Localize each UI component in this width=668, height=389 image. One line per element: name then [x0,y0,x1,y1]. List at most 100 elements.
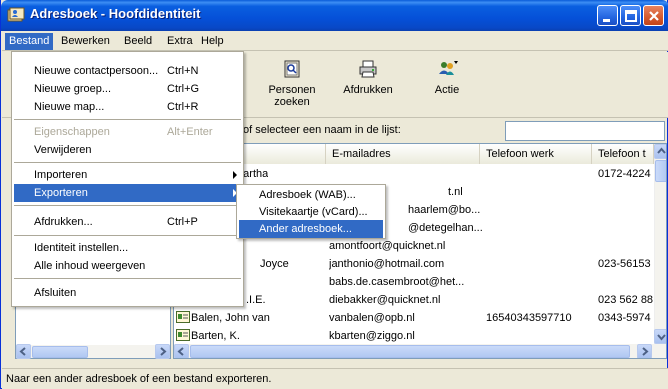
menu-item-label: Importeren [34,169,88,181]
folders-scroll-right-button[interactable] [155,344,170,359]
menu-bewerken[interactable]: Bewerken [57,33,114,50]
contacts-list[interactable]: E-mailadres Telefoon werk Telefoon t Mar… [173,143,667,359]
list-scroll-left-button[interactable] [174,344,189,358]
hscroll-thumb[interactable] [190,345,630,358]
menu-item-print[interactable]: Afdrukken... Ctrl+P [14,213,241,231]
contact-name: .I.E. [246,294,266,306]
arrow-left-icon [19,347,26,356]
maximize-button[interactable] [620,5,641,26]
maximize-icon [625,10,637,22]
menu-item-delete[interactable]: Verwijderen [14,141,241,159]
list-scroll-right-button[interactable] [637,344,652,358]
people-action-icon [439,61,458,75]
table-row[interactable]: .I.E. diebakker@quicknet.nl 023 562 88 [174,292,654,308]
contact-card-icon [176,311,190,323]
address-book-icon [7,7,25,22]
scroll-up-button[interactable] [654,144,666,159]
menu-item-import[interactable]: Importeren [14,166,241,184]
column-header-work-phone[interactable]: Telefoon werk [480,144,592,164]
contact-card-icon [176,329,190,341]
contacts-vscroll[interactable] [654,144,666,344]
contact-name: Balen, John van [191,312,270,324]
folders-hscroll[interactable] [15,344,171,359]
print-button[interactable]: Afdrukken [338,58,398,96]
menu-item-new-folder[interactable]: Nieuwe map... Ctrl+R [14,98,241,116]
menu-separator [14,235,241,236]
table-row[interactable]: Martha 0172-4224 [174,166,654,182]
contact-email: amontfoort@quicknet.nl [329,240,446,252]
arrow-down-icon [657,334,666,341]
printer-icon [359,60,377,78]
window-title: Adresboek - Hoofdidentiteit [30,6,201,21]
find-people-label-1: Personen [268,84,316,96]
scroll-down-button[interactable] [654,329,666,344]
menu-item-label: Exporteren [34,187,88,199]
menu-item-exit[interactable]: Afsluiten [14,284,241,302]
menu-separator [14,278,241,279]
find-people-button[interactable]: Personen zoeken [262,58,322,108]
menu-separator [14,162,241,163]
menu-item-label: Verwijderen [34,144,92,156]
contact-home-phone: 023 562 88 [598,294,654,306]
search-input[interactable] [505,121,665,141]
table-row[interactable]: babs.de.casembroot@het... [174,274,654,290]
close-button[interactable] [643,5,664,26]
contact-email: vanbalen@opb.nl [329,312,415,324]
submenu-item-label: Adresboek (WAB)... [259,189,356,201]
menu-item-label: Nieuwe groep... [34,83,112,95]
contact-email: janthonio@hotmail.com [329,258,445,270]
title-bar[interactable]: Adresboek - Hoofdidentiteit [1,0,668,31]
menu-extra[interactable]: Extra [163,33,197,50]
menu-item-export[interactable]: Exporteren [14,184,241,202]
search-row: of selecteer een naam in de lijst: [241,119,668,143]
contacts-hscroll[interactable] [174,344,666,358]
column-header-email[interactable]: E-mailadres [326,144,480,164]
menu-item-set-identity[interactable]: Identiteit instellen... [14,239,241,257]
export-submenu: Adresboek (WAB)... Visitekaartje (vCard)… [236,184,386,239]
submenu-item-vcard[interactable]: Visitekaartje (vCard)... [239,203,383,221]
menu-item-label: Alle inhoud weergeven [34,260,146,272]
folders-scroll-thumb[interactable] [32,346,88,358]
submenu-arrow-icon [233,171,237,179]
vscroll-thumb[interactable] [655,160,666,182]
menu-separator [14,205,241,206]
submenu-item-wab[interactable]: Adresboek (WAB)... [239,186,383,204]
menu-help[interactable]: Help [197,33,228,50]
menu-item-show-all[interactable]: Alle inhoud weergeven [14,257,241,275]
menu-item-shortcut: Ctrl+N [167,65,199,77]
contact-home-phone: 0343-5974 [598,312,651,324]
action-button[interactable]: Actie [422,58,472,96]
table-row[interactable]: amontfoort@quicknet.nl [174,238,654,254]
menu-item-label: Afdrukken... [34,216,93,228]
table-row[interactable]: Barten, K. kbarten@ziggo.nl [174,328,654,344]
column-header-home-phone[interactable]: Telefoon t [592,144,654,164]
book-search-icon [284,60,300,78]
submenu-item-other-address-book[interactable]: Ander adresboek... [239,220,383,238]
menu-item-new-group[interactable]: Nieuwe groep... Ctrl+G [14,80,241,98]
folders-scroll-left-button[interactable] [16,344,31,359]
minimize-button[interactable] [597,5,618,26]
search-prompt: of selecteer een naam in de lijst: [243,124,401,136]
menu-beeld[interactable]: Beeld [120,33,156,50]
contact-email: haarlem@bo... [408,204,481,216]
close-icon [649,11,659,21]
print-label: Afdrukken [343,84,393,96]
menu-item-shortcut: Ctrl+G [167,83,200,95]
contact-home-phone: 0172-4224 [598,168,651,180]
status-bar: Naar een ander adresboek of een bestand … [2,368,668,389]
submenu-item-label: Visitekaartje (vCard)... [259,206,368,218]
contact-name: Joyce [260,258,289,270]
address-book-window: Adresboek - Hoofdidentiteit Bestand Bewe… [0,0,668,389]
menu-separator [14,119,241,120]
contact-email: babs.de.casembroot@het... [329,276,465,288]
bestand-menu: Nieuwe contactpersoon... Ctrl+N Nieuwe g… [11,51,244,307]
table-row[interactable]: Joyce janthonio@hotmail.com 023-56153 [174,256,654,272]
menu-item-label: Afsluiten [34,287,77,299]
menu-item-new-contact[interactable]: Nieuwe contactpersoon... Ctrl+N [14,62,241,80]
contact-name: Barten, K. [191,330,240,342]
contact-home-phone: 023-56153 [598,258,651,270]
contact-name-cell: Barten, K. [176,328,240,344]
menu-bestand[interactable]: Bestand [5,33,54,50]
table-row[interactable]: Balen, John van vanbalen@opb.nl 16540343… [174,310,654,326]
arrow-left-icon [177,347,184,356]
